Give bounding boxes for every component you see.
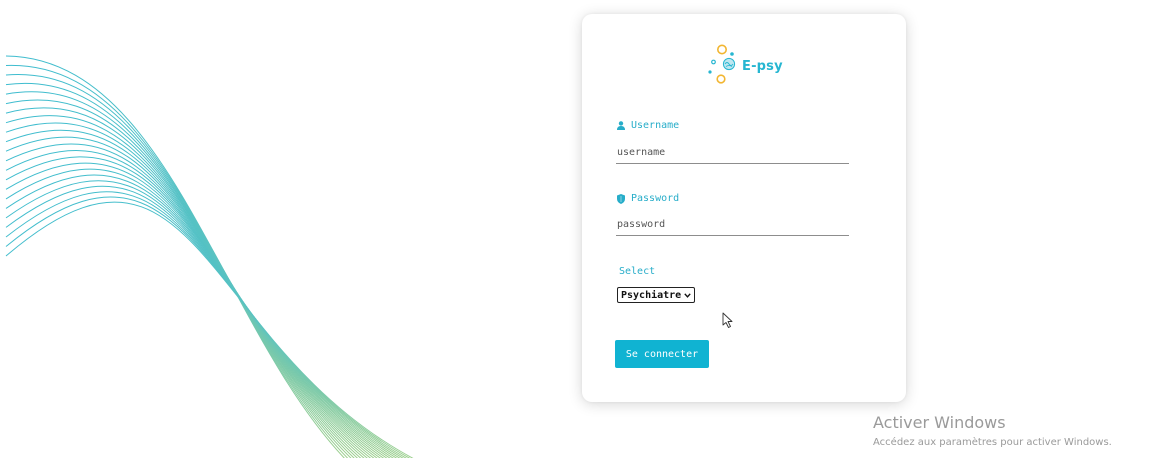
- watermark-subtitle: Accédez aux paramètres pour activer Wind…: [873, 437, 1112, 448]
- username-label-text: Username: [631, 120, 680, 131]
- chevron-down-icon: [684, 292, 691, 298]
- shield-icon: [617, 193, 625, 204]
- wave-line: [5, 196, 411, 458]
- wave-line: [5, 74, 352, 458]
- user-icon: [617, 121, 625, 130]
- login-card: E-psy Username Password Select Psychiatr…: [582, 14, 906, 402]
- watermark-title: Activer Windows: [873, 413, 1006, 432]
- wave-line: [5, 156, 388, 458]
- role-select[interactable]: Psychiatre: [617, 287, 696, 303]
- wave-line: [5, 201, 414, 458]
- wave-line: [5, 64, 349, 458]
- brand-logo-icon: [708, 44, 736, 84]
- login-button[interactable]: Se connecter: [615, 340, 709, 368]
- password-label: Password: [617, 193, 679, 204]
- username-input[interactable]: [616, 142, 849, 164]
- username-label: Username: [617, 120, 679, 131]
- password-input[interactable]: [616, 214, 849, 236]
- windows-activation-watermark: Activer Windows Accédez aux paramètres p…: [873, 413, 1112, 450]
- brand-name: E-psy: [742, 59, 783, 74]
- password-label-text: Password: [631, 193, 680, 204]
- brand-logo: E-psy: [705, 44, 795, 86]
- wave-line: [5, 99, 362, 458]
- select-label: Select: [619, 266, 656, 277]
- login-page: E-psy Username Password Select Psychiatr…: [0, 0, 1153, 458]
- background-wave-lines: [5, 55, 414, 458]
- role-select-value: Psychiatre: [621, 289, 682, 301]
- wave-line: [5, 91, 359, 458]
- wave-line: [5, 82, 355, 458]
- mouse-cursor-icon: [722, 312, 733, 328]
